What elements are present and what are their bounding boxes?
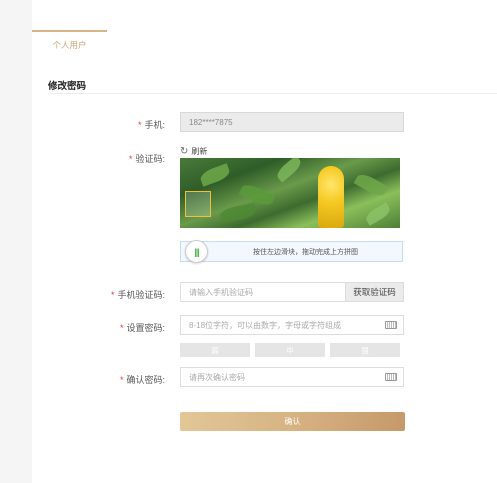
slider-hint: 按住左边滑块，拖动完成上方拼图 (253, 248, 358, 256)
refresh-button[interactable]: ↻ 刷新 (180, 146, 207, 157)
keyboard-icon[interactable] (385, 321, 397, 329)
required-mark: * (119, 323, 124, 333)
confirm-password-label: * 确认密码: (119, 375, 165, 385)
phone-label: * 手机: (137, 120, 165, 130)
required-mark: * (110, 290, 115, 300)
section-divider (48, 93, 497, 94)
captcha-label: * 验证码: (128, 154, 165, 164)
captcha-image (180, 158, 400, 228)
refresh-label: 刷新 (191, 147, 208, 156)
strength-medium: 中 (255, 343, 325, 357)
password-label: * 设置密码: (119, 323, 165, 333)
sms-label: * 手机验证码: (110, 290, 165, 300)
strength-strong: 强 (330, 343, 400, 357)
required-mark: * (128, 154, 133, 164)
slider-handle-icon[interactable]: ||| (185, 240, 208, 263)
lupin-flower (318, 166, 344, 228)
required-mark: * (137, 120, 142, 130)
password-input[interactable]: 8-18位字符，可以由数字，字母或字符组成 (180, 315, 404, 335)
get-sms-code-button[interactable]: 获取验证码 (345, 282, 404, 302)
tab-personal-user[interactable]: 个人用户 (32, 30, 107, 57)
sms-code-input[interactable]: 请输入手机验证码 (180, 282, 346, 302)
confirm-button[interactable]: 确认 (180, 412, 405, 431)
puzzle-slot (185, 191, 211, 217)
phone-field: 182****7875 (180, 112, 404, 132)
confirm-password-input[interactable]: 请再次确认密码 (180, 367, 404, 387)
captcha-slider[interactable]: 按住左边滑块，拖动完成上方拼图 ||| (180, 240, 403, 263)
refresh-icon: ↻ (180, 146, 189, 157)
strength-weak: 弱 (180, 343, 250, 357)
required-mark: * (119, 375, 124, 385)
section-title: 修改密码 (48, 81, 87, 92)
keyboard-icon[interactable] (385, 373, 397, 381)
